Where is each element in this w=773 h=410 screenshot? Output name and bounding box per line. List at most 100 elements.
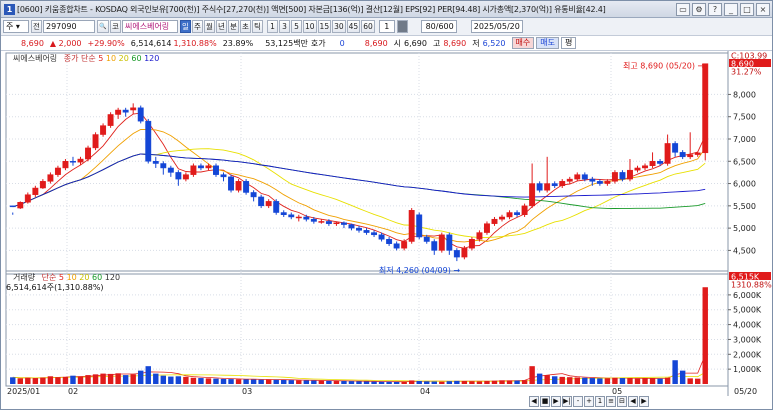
legend-ma60: 60 — [131, 54, 142, 63]
volume-tick-label: 2,000K — [733, 350, 762, 359]
minute-step-1[interactable]: 1 — [267, 20, 278, 33]
candle-body — [468, 239, 475, 249]
candle-body — [62, 161, 69, 169]
high-annotation: 최고 8,690 (05/20) → — [623, 61, 705, 71]
minute-step-5[interactable]: 5 — [291, 20, 302, 33]
vol-legend-ma120: 120 — [104, 273, 121, 282]
volume-bar — [115, 373, 121, 384]
candle-body — [401, 241, 408, 249]
reset-zoom-icon[interactable]: 1 — [595, 396, 605, 407]
volume-bar — [371, 381, 377, 384]
minute-step-15[interactable]: 15 — [317, 20, 332, 33]
volume-bar — [551, 376, 558, 384]
candle-body — [32, 187, 39, 195]
legend-ma20: 20 — [118, 54, 129, 63]
volume-bar — [574, 377, 580, 384]
minute-step-45[interactable]: 45 — [346, 20, 361, 33]
help-icon[interactable]: ? — [708, 3, 722, 16]
search-icon[interactable]: 🔍 — [97, 20, 109, 33]
volume-tick-label: 3,000K — [733, 335, 762, 344]
volume-bar — [439, 381, 445, 384]
volume-bar — [401, 381, 407, 384]
buy-button[interactable]: 매수 — [511, 37, 535, 49]
period-tick-button[interactable]: 틱 — [252, 20, 263, 33]
candle-body — [581, 174, 588, 180]
zoom-out-icon[interactable]: - — [573, 396, 583, 407]
minimize-icon[interactable]: _ — [724, 3, 738, 16]
ma10-line — [12, 128, 706, 243]
restore-icon[interactable]: ▭ — [676, 3, 690, 16]
range-input[interactable]: 80/600 — [420, 20, 457, 33]
zoom-in-icon[interactable]: + — [584, 396, 594, 407]
stop-icon[interactable]: ■ — [540, 396, 550, 407]
stock-code-input[interactable]: 297090 — [43, 20, 95, 33]
prev-icon[interactable]: ◀ — [628, 396, 638, 407]
minute-step-3[interactable]: 3 — [279, 20, 290, 33]
count-input[interactable]: 1 — [378, 20, 395, 33]
minute-step-10[interactable]: 10 — [303, 20, 317, 33]
period-day-button[interactable]: 일 — [180, 20, 191, 33]
minute-step-60[interactable]: 60 — [361, 20, 375, 33]
low-annotation: 최저 4,260 (04/09) → — [379, 265, 461, 275]
next-icon[interactable]: ▶ — [639, 396, 649, 407]
candle-body — [371, 232, 378, 236]
period-second-button[interactable]: 초 — [240, 20, 251, 33]
scope-button[interactable]: 전 — [31, 20, 42, 33]
period-week-button[interactable]: 주 — [192, 20, 203, 33]
candle-body — [205, 165, 212, 169]
quote-volume: 6,514,614 — [130, 38, 172, 48]
stock-name-field[interactable]: 씨에스베어링 — [122, 20, 178, 33]
candle-body — [529, 183, 536, 207]
maximize-icon[interactable]: □ — [740, 3, 754, 16]
close-icon[interactable]: × — [756, 3, 770, 16]
period-year-button[interactable]: 년 — [216, 20, 227, 33]
volume-bar — [514, 380, 520, 384]
play-icon[interactable]: ▶ — [551, 396, 561, 407]
candle-body — [190, 165, 197, 175]
gear-icon[interactable]: ⚙ — [692, 3, 706, 16]
volume-bar — [228, 379, 234, 384]
flat-button[interactable]: 평 — [560, 37, 577, 49]
period-minute-button[interactable]: 분 — [228, 20, 239, 33]
candle-body — [453, 250, 460, 258]
scroll-end-icon[interactable]: ▶| — [562, 396, 572, 407]
price-tick-label: 5,500 — [733, 202, 756, 211]
candle-body — [54, 167, 61, 175]
volume-bar — [454, 380, 460, 384]
candle-body — [280, 212, 287, 216]
volume-bar — [265, 379, 272, 384]
price-chart[interactable]: 4,500 5,000 5,500 6,000 6,500 7,000 7,500 8,000… — [1, 51, 772, 409]
candle-body — [107, 114, 114, 126]
ma120-line — [12, 153, 706, 208]
volume-bar — [333, 381, 340, 384]
period-month-button[interactable]: 월 — [204, 20, 215, 33]
date-input[interactable]: 2025/05/20 — [470, 20, 523, 33]
candle-body — [363, 230, 370, 233]
menu-icon[interactable]: ≡ — [606, 396, 616, 407]
candle-body — [197, 165, 204, 169]
split-icon[interactable]: ⊟ — [617, 396, 627, 407]
quote-hoga-label: 호가 — [310, 38, 326, 48]
candle-body — [70, 161, 76, 163]
time-tick-label: 02 — [68, 387, 78, 396]
volume-bar — [597, 378, 603, 384]
volume-bar — [100, 373, 106, 384]
vol-legend-ma10: 10 — [66, 273, 77, 282]
candle-body — [295, 216, 302, 219]
candle-body — [348, 224, 355, 229]
scroll-left-icon[interactable]: ◀ — [529, 396, 539, 407]
chart-grid — [5, 51, 729, 396]
window-title: [0600] 키움종합차트 - KOSDAQ 외국인보유[700(천)] 주식수… — [17, 4, 606, 14]
volume-bar — [122, 375, 129, 384]
candle-body — [514, 212, 521, 216]
market-select[interactable]: 주 ▾ — [3, 20, 29, 33]
chart-nav-bar: ◀ ■ ▶ ▶| - + 1 ≡ ⊟ ◀ ▶ — [529, 396, 649, 408]
candle-body — [461, 247, 468, 258]
minute-step-30[interactable]: 30 — [332, 20, 346, 33]
legend-ma5: 5 — [98, 54, 104, 63]
sell-button[interactable]: 매도 — [536, 37, 559, 49]
volume-bar — [70, 375, 76, 384]
candle-body — [627, 169, 633, 180]
volume-bar — [679, 370, 686, 384]
chevron-down-icon[interactable] — [396, 20, 408, 33]
